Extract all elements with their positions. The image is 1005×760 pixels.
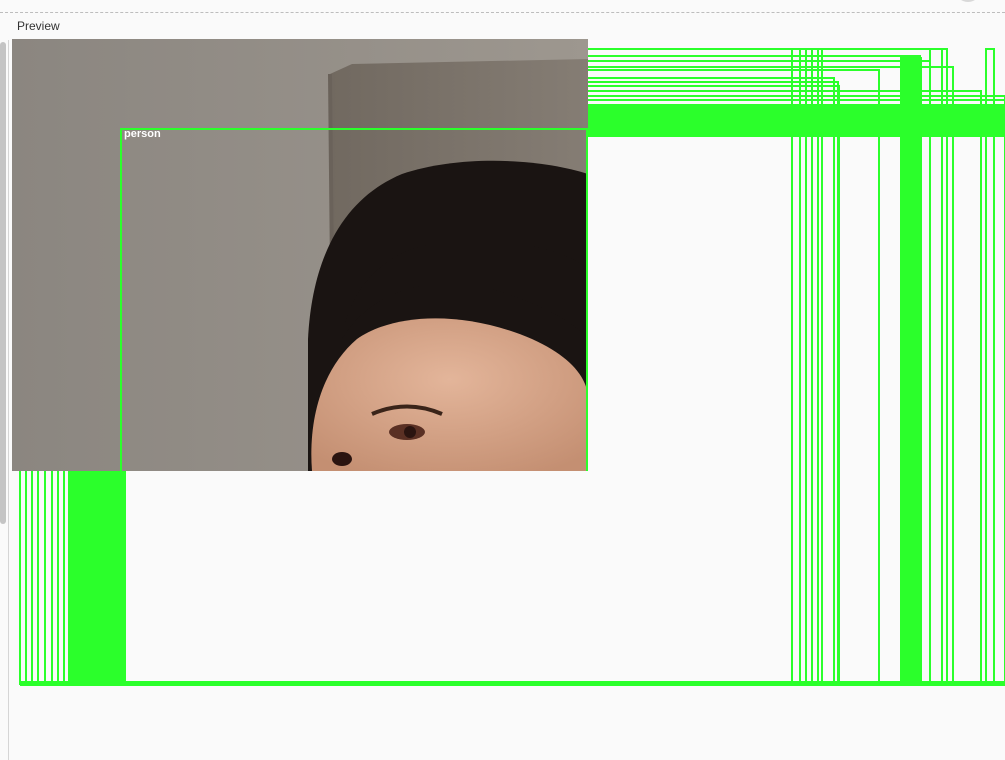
detection-label: person xyxy=(124,128,161,140)
dense-edge-bottom xyxy=(20,681,1005,686)
bbox xyxy=(791,48,801,685)
dense-edge-right xyxy=(900,57,922,684)
person-bbox xyxy=(120,128,588,471)
bbox xyxy=(817,48,823,685)
bbox xyxy=(929,48,943,685)
bbox xyxy=(805,48,813,685)
dense-edge-left xyxy=(68,470,126,684)
label-band xyxy=(588,104,1005,137)
bbox xyxy=(985,48,995,685)
camera-preview xyxy=(12,39,588,471)
